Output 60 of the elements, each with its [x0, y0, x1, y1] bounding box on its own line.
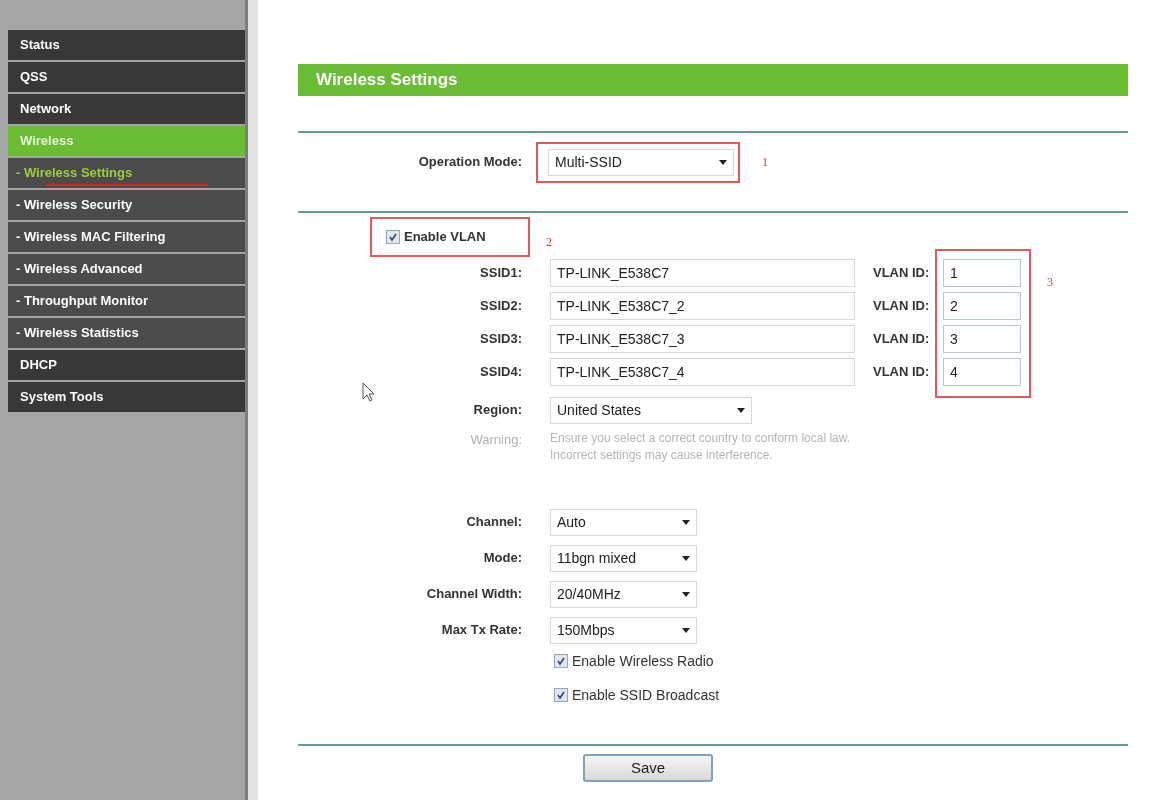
annotation-number: 1 [762, 154, 768, 171]
field-label: Region: [472, 401, 522, 420]
dropdown-caret-icon [682, 555, 690, 561]
sidebar-subitem[interactable]: - Wireless MAC Filtering [8, 222, 245, 252]
dropdown-caret-icon [737, 407, 745, 413]
annotation-number: 3 [1047, 274, 1053, 291]
field-label: Max Tx Rate: [440, 621, 522, 640]
ssid-input[interactable]: TP-LINK_E538C7_4 [550, 358, 855, 386]
vlan-id-input[interactable]: 1 [943, 259, 1021, 287]
field-label: SSID3: [479, 330, 522, 349]
dropdown-caret-icon [682, 519, 690, 525]
sidebar-subitem[interactable]: - Throughput Monitor [8, 286, 245, 316]
field-label: VLAN ID: [873, 297, 931, 316]
ssid-input[interactable]: TP-LINK_E538C7_2 [550, 292, 855, 320]
field-label: VLAN ID: [873, 330, 931, 349]
field-label: Warning: [469, 431, 522, 449]
sidebar-item[interactable]: DHCP [8, 350, 245, 380]
dropdown-select[interactable]: 150Mbps [550, 616, 697, 644]
dropdown-select[interactable]: 11bgn mixed [550, 544, 697, 572]
sidebar-item[interactable]: Status [8, 30, 245, 60]
dropdown-select[interactable]: United States [550, 396, 752, 424]
ssid-input[interactable]: TP-LINK_E538C7 [550, 259, 855, 287]
sidebar-item[interactable]: Network [8, 94, 245, 124]
checkbox-label: Enable SSID Broadcast [572, 685, 720, 705]
checkbox[interactable] [554, 688, 568, 702]
vlan-id-input[interactable]: 3 [943, 325, 1021, 353]
dropdown-select[interactable]: Auto [550, 508, 697, 536]
mouse-pointer-icon [362, 382, 376, 402]
ssid-input[interactable]: TP-LINK_E538C7_3 [550, 325, 855, 353]
field-label: SSID4: [479, 363, 522, 382]
sidebar-subitem[interactable]: - Wireless Advanced [8, 254, 245, 284]
field-label: Mode: [482, 549, 522, 568]
sidebar-item[interactable]: QSS [8, 62, 245, 92]
sidebar-subitem[interactable]: - Wireless Security [8, 190, 245, 220]
vlan-id-input[interactable]: 4 [943, 358, 1021, 386]
field-label: Operation Mode: [417, 153, 522, 172]
dropdown-caret-icon [682, 591, 690, 597]
field-label: VLAN ID: [873, 264, 931, 283]
vlan-id-input[interactable]: 2 [943, 292, 1021, 320]
dropdown-select[interactable]: Multi-SSID [548, 148, 734, 176]
field-label: SSID1: [479, 264, 522, 283]
field-label: Channel: [465, 513, 522, 532]
checkbox[interactable] [554, 654, 568, 668]
dropdown-caret-icon [719, 159, 727, 165]
field-label: VLAN ID: [873, 363, 931, 382]
checkbox[interactable] [386, 230, 400, 244]
field-label: Channel Width: [425, 585, 522, 604]
warning-text: Incorrect settings may cause interference. [550, 447, 774, 464]
sidebar-subitem[interactable]: - Wireless Settings [8, 158, 245, 188]
dropdown-caret-icon [682, 627, 690, 633]
checkbox-label: Enable VLAN [404, 228, 486, 247]
warning-text: Ensure you select a correct country to conform local law. [550, 430, 851, 447]
section-title: Wireless Settings [298, 64, 1128, 96]
annotation-number: 2 [546, 234, 552, 251]
checkbox-label: Enable Wireless Radio [572, 651, 714, 671]
dropdown-select[interactable]: 20/40MHz [550, 580, 697, 608]
field-label: SSID2: [479, 297, 522, 316]
sidebar-item[interactable]: System Tools [8, 382, 245, 412]
save-button[interactable]: Save [583, 754, 713, 782]
sidebar-subitem[interactable]: - Wireless Statistics [8, 318, 245, 348]
